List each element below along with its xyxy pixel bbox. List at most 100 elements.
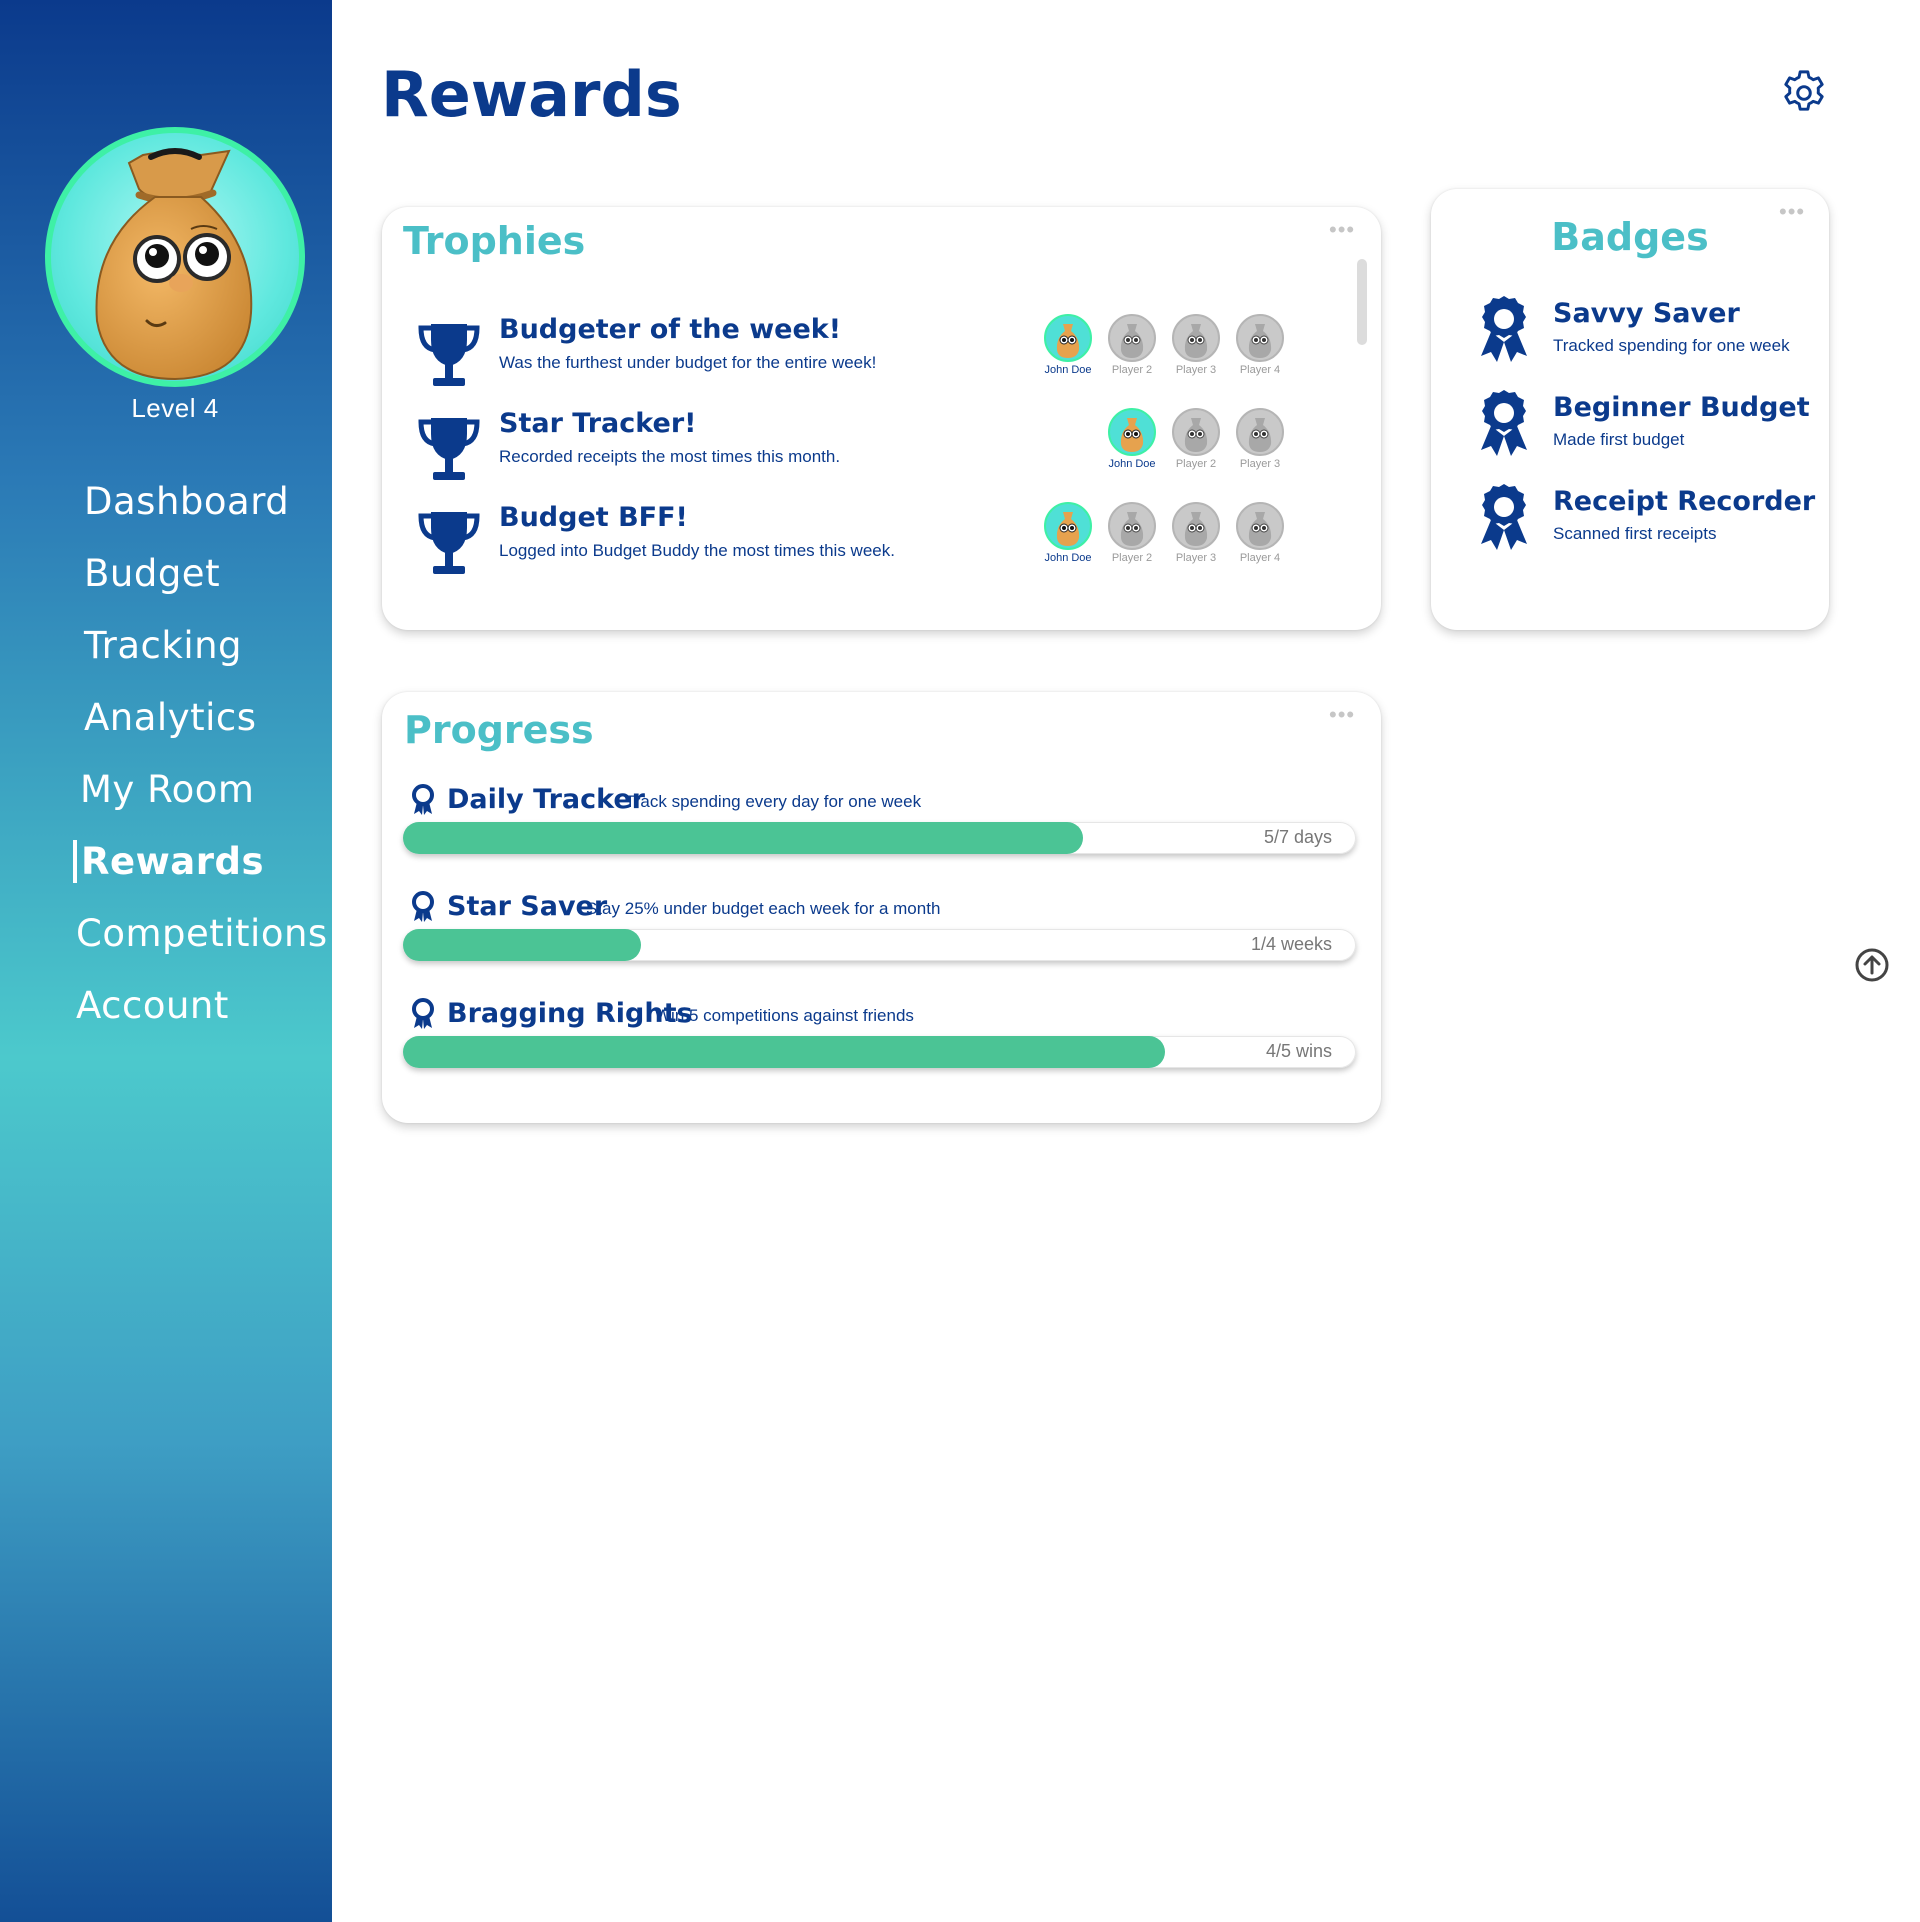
progress-bar-fill <box>403 1036 1166 1068</box>
ribbon-badge-icon <box>412 891 434 922</box>
level-label: Level 4 <box>131 393 219 423</box>
nav-item-budget[interactable]: Budget <box>84 552 220 595</box>
progress-bar-fill <box>403 822 1084 854</box>
ribbon-badge-icon <box>412 998 434 1029</box>
nav-item-my-room[interactable]: My Room <box>80 768 254 811</box>
player-name: Player 4 <box>1239 364 1281 376</box>
badge-title: Receipt Recorder <box>1553 486 1816 517</box>
ribbon-badge-icon <box>1481 484 1527 550</box>
player-2[interactable]: Player 2 <box>1100 314 1164 376</box>
badge-description: Tracked spending for one week <box>1553 336 1790 355</box>
player-3[interactable]: Player 3 <box>1164 502 1228 564</box>
trophy-title: Budget BFF! <box>499 502 688 533</box>
player-name: John Doe <box>1108 458 1156 470</box>
sidebar: Level 4 Dashboard Budget Tracking Analyt… <box>0 0 332 1922</box>
nav-item-competitions[interactable]: Competitions <box>76 912 328 955</box>
player-john-doe[interactable]: John Doe <box>1100 408 1164 470</box>
progress-item-title: Daily Tracker <box>447 784 645 815</box>
badge-title: Savvy Saver <box>1553 298 1740 329</box>
player-avatar <box>1236 502 1284 550</box>
money-bag-icon <box>1056 324 1080 358</box>
progress-value: 5/7 days <box>1263 827 1332 847</box>
nav-item-dashboard[interactable]: Dashboard <box>84 480 289 523</box>
player-avatar <box>1236 314 1284 362</box>
player-avatar <box>1044 314 1092 362</box>
player-avatar <box>1172 408 1220 456</box>
progress-item: Bragging Rights Win 5 competitions again… <box>403 996 1358 1076</box>
money-bag-icon <box>1184 418 1208 452</box>
progress-item: Daily Tracker Track spending every day f… <box>403 782 1358 862</box>
player-name: Player 3 <box>1239 458 1281 470</box>
player-4[interactable]: Player 4 <box>1228 502 1292 564</box>
trophy-icon <box>418 512 480 574</box>
nav-item-rewards[interactable]: Rewards <box>73 840 264 883</box>
player-2[interactable]: Player 2 <box>1164 408 1228 470</box>
progress-item: Star Saver Stay 25% under budget each we… <box>403 889 1358 969</box>
progress-title: Progress <box>404 708 594 752</box>
money-bag-icon <box>1056 512 1080 546</box>
player-name: Player 3 <box>1175 552 1217 564</box>
ribbon-badge-icon <box>1481 390 1527 456</box>
player-avatar <box>1108 408 1156 456</box>
money-bag-icon <box>1120 324 1144 358</box>
player-john-doe[interactable]: John Doe <box>1036 314 1100 376</box>
badge-item: Savvy Saver Tracked spending for one wee… <box>1477 294 1817 374</box>
player-4[interactable]: Player 4 <box>1228 314 1292 376</box>
progress-item-description: Stay 25% under budget each week for a mo… <box>586 899 941 918</box>
trophy-description: Was the furthest under budget for the en… <box>499 353 877 372</box>
progress-item-description: Track spending every day for one week <box>625 792 922 811</box>
trophy-item: Star Tracker! Recorded receipts the most… <box>417 408 1317 488</box>
nav-item-account[interactable]: Account <box>76 984 229 1027</box>
progress-bar-fill <box>403 929 642 961</box>
badges-card: Badges ••• Savvy Saver Tracked spending … <box>1431 189 1829 630</box>
settings-button[interactable] <box>1777 66 1831 120</box>
player-3[interactable]: Player 3 <box>1164 314 1228 376</box>
badge-description: Scanned first receipts <box>1553 524 1717 543</box>
arrow-up-circle-icon <box>1855 948 1889 982</box>
trophy-description: Logged into Budget Buddy the most times … <box>499 541 895 560</box>
badges-more-menu[interactable]: ••• <box>1779 201 1805 223</box>
player-2[interactable]: Player 2 <box>1100 502 1164 564</box>
trophies-card: Trophies ••• Budgeter of the week! Was t… <box>382 207 1381 630</box>
progress-value: 4/5 wins <box>1265 1041 1332 1061</box>
player-avatar <box>1172 502 1220 550</box>
trophies-scrollbar[interactable] <box>1357 259 1367 345</box>
user-avatar[interactable] <box>45 127 305 387</box>
player-avatar <box>1108 314 1156 362</box>
badge-item: Beginner Budget Made first budget <box>1477 388 1817 468</box>
player-avatar <box>1236 408 1284 456</box>
money-bag-mascot-icon <box>95 148 253 381</box>
money-bag-icon <box>1120 512 1144 546</box>
trophy-icon <box>418 418 480 480</box>
badge-description: Made first budget <box>1553 430 1685 449</box>
money-bag-icon <box>1248 324 1272 358</box>
player-name: Player 2 <box>1175 458 1217 470</box>
money-bag-icon <box>1184 324 1208 358</box>
scroll-to-top-button[interactable] <box>1854 947 1890 983</box>
progress-item-description: Win 5 competitions against friends <box>655 1006 914 1025</box>
gear-icon <box>1784 70 1824 111</box>
progress-bar: 4/5 wins <box>403 1036 1356 1068</box>
player-avatar <box>1172 314 1220 362</box>
trophies-more-menu[interactable]: ••• <box>1329 219 1355 241</box>
nav-item-analytics[interactable]: Analytics <box>84 696 257 739</box>
money-bag-icon <box>1184 512 1208 546</box>
badge-item: Receipt Recorder Scanned first receipts <box>1477 482 1817 562</box>
player-avatar <box>1108 502 1156 550</box>
nav-item-tracking[interactable]: Tracking <box>84 624 242 667</box>
ribbon-badge-icon <box>1481 296 1527 362</box>
player-name: Player 4 <box>1239 552 1281 564</box>
ribbon-badge-icon <box>412 784 434 815</box>
player-name: Player 3 <box>1175 364 1217 376</box>
progress-item-title: Star Saver <box>447 891 608 922</box>
progress-bar: 1/4 weeks <box>403 929 1356 961</box>
trophy-title: Star Tracker! <box>499 408 697 439</box>
player-3[interactable]: Player 3 <box>1228 408 1292 470</box>
progress-more-menu[interactable]: ••• <box>1329 704 1355 726</box>
trophy-title: Budgeter of the week! <box>499 314 842 345</box>
player-avatar <box>1044 502 1092 550</box>
player-name: Player 2 <box>1111 364 1153 376</box>
progress-card: Progress ••• Daily Tracker Track spendin… <box>382 692 1381 1123</box>
badges-title: Badges <box>1551 215 1709 259</box>
player-john-doe[interactable]: John Doe <box>1036 502 1100 564</box>
